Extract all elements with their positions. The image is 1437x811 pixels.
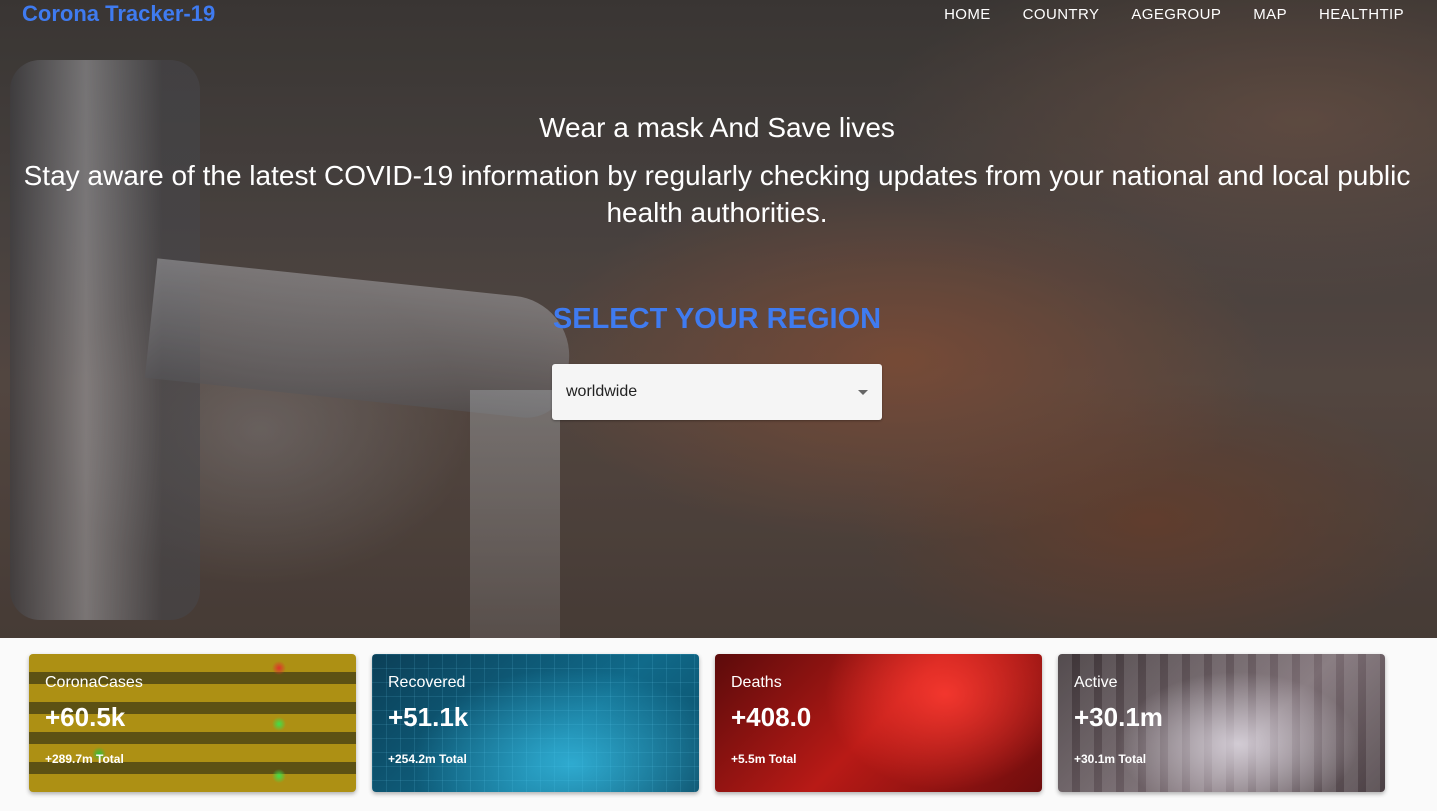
card-label: Active bbox=[1074, 674, 1118, 691]
card-corona-cases[interactable]: CoronaCases +60.5k +289.7m Total bbox=[29, 654, 356, 792]
chevron-down-icon bbox=[858, 390, 868, 395]
region-title: SELECT YOUR REGION bbox=[552, 303, 882, 335]
nav-country[interactable]: COUNTRY bbox=[1007, 6, 1116, 23]
hero-headline: Wear a mask And Save lives bbox=[539, 112, 895, 143]
nav-agegroup[interactable]: AGEGROUP bbox=[1115, 6, 1237, 23]
card-value: +30.1m bbox=[1074, 702, 1163, 732]
nav-healthtip[interactable]: HEALTHTIP bbox=[1303, 6, 1437, 23]
region-select-value: worldwide bbox=[566, 383, 638, 400]
card-label: Deaths bbox=[731, 674, 782, 691]
card-value: +408.0 bbox=[731, 702, 812, 732]
navbar: Corona Tracker-19 HOME COUNTRY AGEGROUP … bbox=[0, 0, 1437, 30]
card-value: +51.1k bbox=[388, 702, 469, 732]
card-label: CoronaCases bbox=[45, 674, 143, 691]
card-total: +254.2m Total bbox=[388, 752, 467, 766]
card-active[interactable]: Active +30.1m +30.1m Total bbox=[1058, 654, 1385, 792]
card-total: +30.1m Total bbox=[1074, 752, 1147, 766]
hero-subline: Stay aware of the latest COVID-19 inform… bbox=[23, 160, 1411, 228]
nav-map[interactable]: MAP bbox=[1237, 6, 1303, 23]
card-recovered[interactable]: Recovered +51.1k +254.2m Total bbox=[372, 654, 699, 792]
card-total: +289.7m Total bbox=[45, 752, 124, 766]
region-select[interactable]: worldwide bbox=[552, 364, 882, 420]
brand-logo[interactable]: Corona Tracker-19 bbox=[22, 1, 215, 27]
card-value: +60.5k bbox=[45, 702, 126, 732]
card-deaths[interactable]: Deaths +408.0 +5.5m Total bbox=[715, 654, 1042, 792]
card-total: +5.5m Total bbox=[731, 752, 797, 766]
nav-home[interactable]: HOME bbox=[928, 6, 1007, 23]
card-label: Recovered bbox=[388, 674, 466, 691]
nav-links: HOME COUNTRY AGEGROUP MAP HEALTHTIP bbox=[928, 6, 1437, 23]
